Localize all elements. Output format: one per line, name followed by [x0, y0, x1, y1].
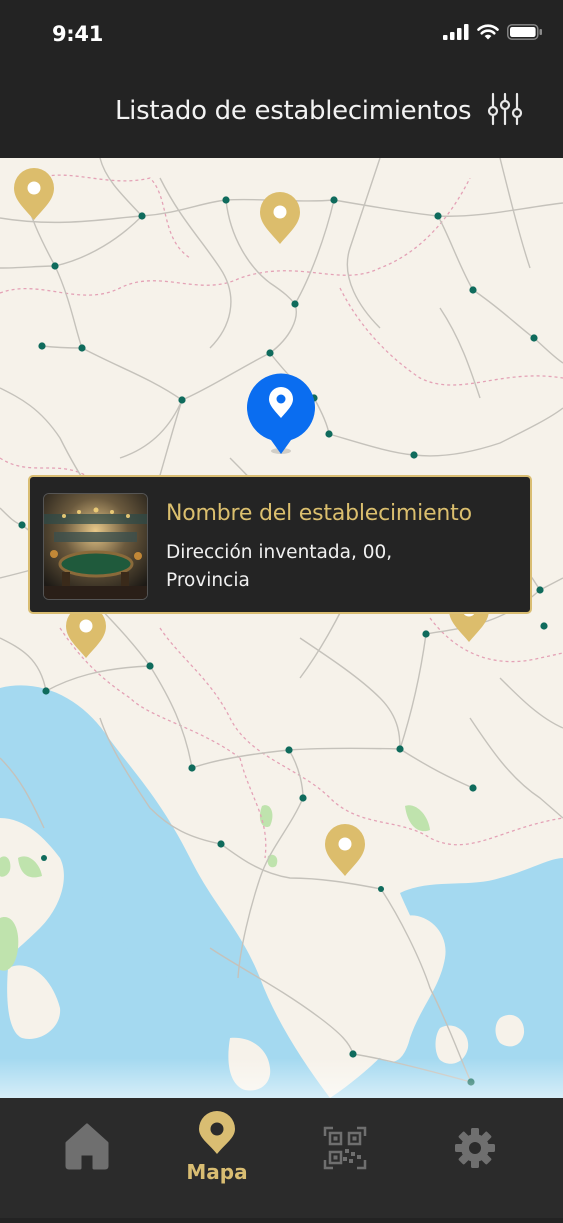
status-time: 9:41 — [52, 22, 104, 46]
address-line-2: Provincia — [166, 570, 250, 591]
establishment-address: Dirección inventada, 00, Provincia — [166, 539, 466, 595]
map-pin-icon[interactable] — [260, 192, 300, 244]
tab-home[interactable] — [27, 1098, 147, 1218]
app-header: Listado de establecimientos — [0, 70, 563, 158]
gear-icon — [455, 1128, 495, 1168]
signal-icon — [443, 24, 469, 40]
map-pin-icon[interactable] — [325, 824, 365, 876]
water-areas — [0, 685, 563, 1098]
qr-code-icon — [323, 1126, 367, 1170]
map-pin-icon[interactable] — [14, 168, 54, 220]
status-bar: 9:41 — [0, 0, 563, 70]
establishment-card[interactable]: Nombre del establecimiento Dirección inv… — [28, 475, 532, 614]
tab-qr[interactable] — [285, 1098, 405, 1218]
establishment-thumbnail — [43, 493, 148, 600]
tab-settings[interactable] — [415, 1098, 535, 1218]
home-icon — [65, 1123, 109, 1170]
establishment-name: Nombre del establecimiento — [166, 501, 472, 526]
page-title: Listado de establecimientos — [115, 96, 472, 126]
bottom-tab-bar: Mapa — [0, 1098, 563, 1218]
filter-button[interactable] — [486, 90, 524, 128]
selected-location-pin[interactable] — [247, 373, 315, 454]
tab-map-label: Mapa — [186, 1160, 248, 1184]
wifi-icon — [477, 24, 499, 40]
tab-map[interactable]: Mapa — [157, 1098, 277, 1218]
map-view[interactable]: Nombre del establecimiento Dirección inv… — [0, 158, 563, 1098]
battery-icon — [507, 24, 542, 40]
address-line-1: Dirección inventada, 00, — [166, 542, 393, 563]
map-pin-icon — [199, 1111, 235, 1154]
status-icons — [443, 24, 543, 40]
map-canvas[interactable] — [0, 158, 563, 1098]
sliders-icon — [487, 92, 523, 126]
